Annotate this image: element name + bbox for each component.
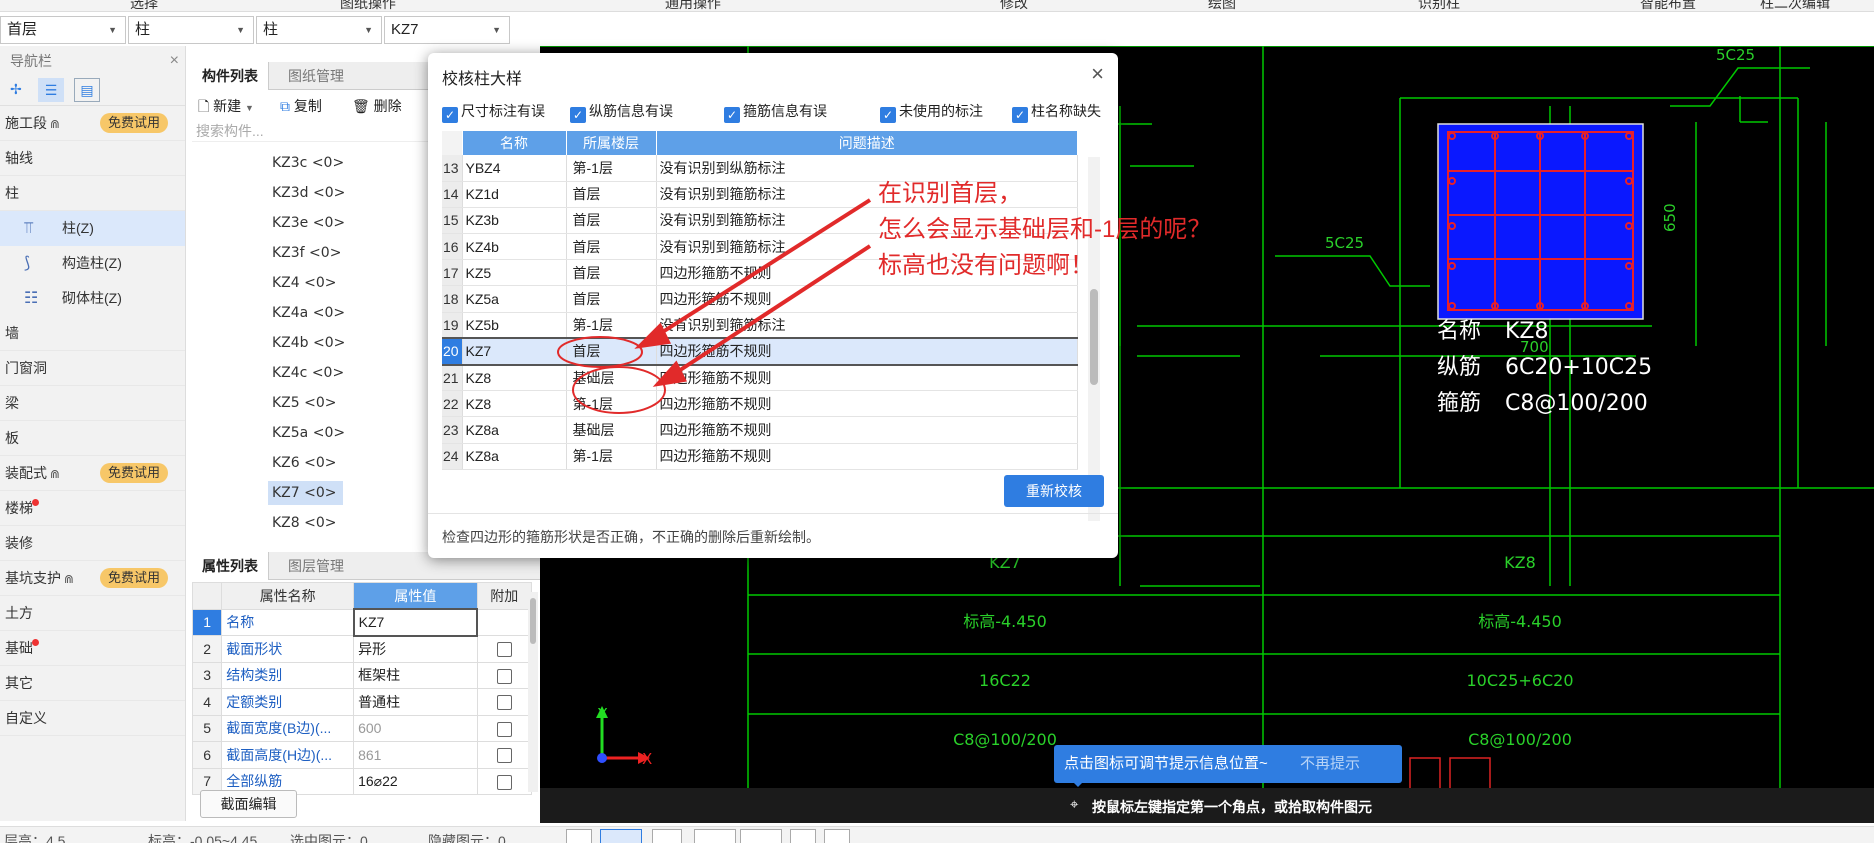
annotation-overlay xyxy=(557,198,872,414)
annotation-arrowhead xyxy=(652,360,688,387)
annotation-text: 在识别首层， 怎么会显示基础层和-1层的呢？ 标高也没有问题啊！ xyxy=(878,176,1211,284)
annotation-line: 标高也没有问题啊！ xyxy=(878,252,1094,279)
annotation-line: 在识别首层， xyxy=(878,180,1022,207)
annotation-line: 怎么会显示基础层和-1层的呢？ xyxy=(878,216,1212,243)
highlight-ellipse xyxy=(572,366,666,414)
highlight-ellipse xyxy=(557,336,643,368)
